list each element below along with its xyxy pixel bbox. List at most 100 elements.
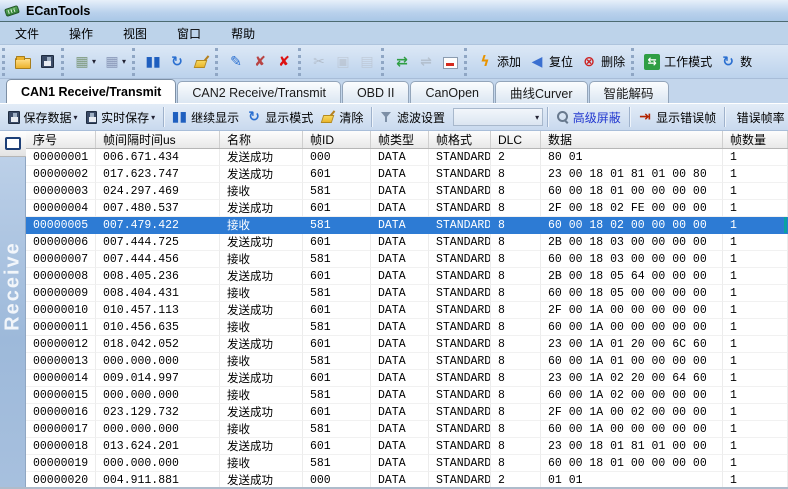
table-row[interactable]: 00000017000.000.000接收581DATASTANDARD860 … xyxy=(26,421,788,438)
cell-帧格式: STANDARD xyxy=(429,302,491,319)
cell-DLC: 8 xyxy=(491,302,541,319)
cell-名称: 接收 xyxy=(220,251,303,268)
tab-can2-receive-transmit[interactable]: CAN2 Receive/Transmit xyxy=(177,81,341,103)
menu-item-操作[interactable]: 操作 xyxy=(54,22,108,45)
cell-序号: 00000007 xyxy=(26,251,96,268)
usb-button[interactable]: ⇌ xyxy=(414,50,438,74)
hide-panel-button[interactable] xyxy=(438,50,462,74)
clear-button[interactable]: 清除 xyxy=(317,106,367,128)
work-mode-button[interactable]: ⇆工作模式 xyxy=(640,50,716,74)
chevron-down-icon[interactable]: ▾ xyxy=(74,113,78,122)
display-mode-button-label: 显示模式 xyxy=(265,109,313,126)
edit-data-button[interactable]: ✎ xyxy=(224,50,248,74)
table-row[interactable]: 00000003024.297.469接收581DATASTANDARD860 … xyxy=(26,183,788,200)
tab-obd-ii[interactable]: OBD II xyxy=(342,81,410,103)
data-flow-button[interactable]: ↻数 xyxy=(716,50,756,74)
table-row[interactable]: 00000007007.444.456接收581DATASTANDARD860 … xyxy=(26,251,788,268)
table-row[interactable]: 00000001006.671.434发送成功000DATASTANDARD28… xyxy=(26,149,788,166)
cell-帧格式: STANDARD xyxy=(429,319,491,336)
swap-button[interactable]: ⇄ xyxy=(390,50,414,74)
continue-display-button[interactable]: ▮▮继续显示 xyxy=(168,106,243,128)
column-header-9[interactable]: 帧数量 xyxy=(723,131,788,148)
chevron-down-icon[interactable]: ▾ xyxy=(535,113,539,122)
open-button[interactable] xyxy=(11,50,35,74)
filter-combobox[interactable]: ▾ xyxy=(453,108,543,126)
display-mode-button[interactable]: ↻显示模式 xyxy=(243,106,318,128)
column-header-6[interactable]: 帧格式 xyxy=(429,131,491,148)
table-row[interactable]: 00000006007.444.725发送成功601DATASTANDARD82… xyxy=(26,234,788,251)
receive-strip-label: Receive xyxy=(1,241,24,331)
show-error-frames-button[interactable]: ⇥显示错误帧 xyxy=(634,106,720,128)
select-all-corner[interactable] xyxy=(0,131,26,157)
device-disconnect-icon: ▦ xyxy=(104,54,120,70)
tab-can1-receive-transmit[interactable]: CAN1 Receive/Transmit xyxy=(6,79,176,103)
column-header-4[interactable]: 帧ID xyxy=(303,131,371,148)
cell-帧ID: 601 xyxy=(303,234,371,251)
table-row[interactable]: 00000018013.624.201发送成功601DATASTANDARD82… xyxy=(26,438,788,455)
table-row[interactable]: 00000013000.000.000接收581DATASTANDARD860 … xyxy=(26,353,788,370)
cell-名称: 发送成功 xyxy=(220,370,303,387)
table-row[interactable]: 00000014009.014.997发送成功601DATASTANDARD82… xyxy=(26,370,788,387)
table-row[interactable]: 00000010010.457.113发送成功601DATASTANDARD82… xyxy=(26,302,788,319)
table-row[interactable]: 00000019000.000.000接收581DATASTANDARD860 … xyxy=(26,455,788,472)
tools-button[interactable]: ✘ xyxy=(248,50,272,74)
menu-item-窗口[interactable]: 窗口 xyxy=(162,22,216,45)
delete-x-button[interactable]: ✘ xyxy=(272,50,296,74)
menu-item-视图[interactable]: 视图 xyxy=(108,22,162,45)
chevron-down-icon[interactable]: ▾ xyxy=(122,57,126,66)
pause-button[interactable]: ▮▮ xyxy=(141,50,165,74)
table-row[interactable]: 00000009008.404.431接收581DATASTANDARD860 … xyxy=(26,285,788,302)
table-row[interactable]: 00000011010.456.635接收581DATASTANDARD860 … xyxy=(26,319,788,336)
table-row[interactable]: 00000012018.042.052发送成功601DATASTANDARD82… xyxy=(26,336,788,353)
delete-button[interactable]: ⊗删除 xyxy=(577,50,629,74)
realtime-save-button[interactable]: 实时保存▾ xyxy=(82,106,160,128)
cell-序号: 00000014 xyxy=(26,370,96,387)
tab-canopen[interactable]: CanOpen xyxy=(410,81,494,103)
disconnect-device-button[interactable]: ▦▾ xyxy=(100,50,130,74)
cell-序号: 00000003 xyxy=(26,183,96,200)
cell-序号: 00000018 xyxy=(26,438,96,455)
paste-button[interactable]: ▤ xyxy=(355,50,379,74)
tab--[interactable]: 智能解码 xyxy=(589,81,669,103)
connect-device-button[interactable]: ▦▾ xyxy=(70,50,100,74)
chevron-down-icon[interactable]: ▾ xyxy=(151,113,155,122)
chevron-down-icon[interactable]: ▾ xyxy=(92,57,96,66)
table-row[interactable]: 00000016023.129.732发送成功601DATASTANDARD82… xyxy=(26,404,788,421)
cell-帧数量: 1 xyxy=(723,404,788,421)
column-header-5[interactable]: 帧类型 xyxy=(371,131,429,148)
cell-帧格式: STANDARD xyxy=(429,183,491,200)
clean-button[interactable] xyxy=(189,50,213,74)
column-header-7[interactable]: DLC xyxy=(491,131,541,148)
tab--curver[interactable]: 曲线Curver xyxy=(495,81,588,103)
toolbar-group-3: ▮▮↻ xyxy=(132,48,213,76)
cell-DLC: 8 xyxy=(491,438,541,455)
cell-序号: 00000011 xyxy=(26,319,96,336)
menu-item-文件[interactable]: 文件 xyxy=(0,22,54,45)
cell-帧数量: 1 xyxy=(723,217,788,234)
error-frame-rate-button[interactable]: 错误帧率 xyxy=(729,106,788,128)
menu-item-帮助[interactable]: 帮助 xyxy=(216,22,270,45)
save-data-button[interactable]: 保存数据▾ xyxy=(4,106,82,128)
pause-icon: ▮▮ xyxy=(145,54,161,70)
reset-button[interactable]: ◀复位 xyxy=(525,50,577,74)
save-button[interactable] xyxy=(35,50,59,74)
column-header-3[interactable]: 名称 xyxy=(220,131,303,148)
table-row[interactable]: 00000005007.479.422接收581DATASTANDARD860 … xyxy=(26,217,788,234)
cell-序号: 00000008 xyxy=(26,268,96,285)
cut-button[interactable]: ✂ xyxy=(307,50,331,74)
app-window: ECanTools 文件操作视图窗口帮助 ▦▾▦▾▮▮↻✎✘✘✂▣▤⇄⇌ϟ添加◀… xyxy=(0,0,788,489)
add-button[interactable]: ϟ添加 xyxy=(473,50,525,74)
refresh-button[interactable]: ↻ xyxy=(165,50,189,74)
table-row[interactable]: 00000002017.623.747发送成功601DATASTANDARD82… xyxy=(26,166,788,183)
table-row[interactable]: 00000008008.405.236发送成功601DATASTANDARD82… xyxy=(26,268,788,285)
column-header-2[interactable]: 帧间隔时间us xyxy=(96,131,220,148)
copy-button[interactable]: ▣ xyxy=(331,50,355,74)
table-row[interactable]: 00000015000.000.000接收581DATASTANDARD860 … xyxy=(26,387,788,404)
advanced-mask-button[interactable]: 高级屏蔽 xyxy=(552,106,625,128)
column-header-8[interactable]: 数据 xyxy=(541,131,723,148)
column-header-1[interactable]: 序号 xyxy=(26,131,96,148)
lightning-icon: ϟ xyxy=(477,54,493,70)
table-row[interactable]: 00000004007.480.537发送成功601DATASTANDARD82… xyxy=(26,200,788,217)
title-bar[interactable]: ECanTools xyxy=(0,0,788,22)
filter-settings-button[interactable]: 滤波设置 xyxy=(376,106,449,128)
